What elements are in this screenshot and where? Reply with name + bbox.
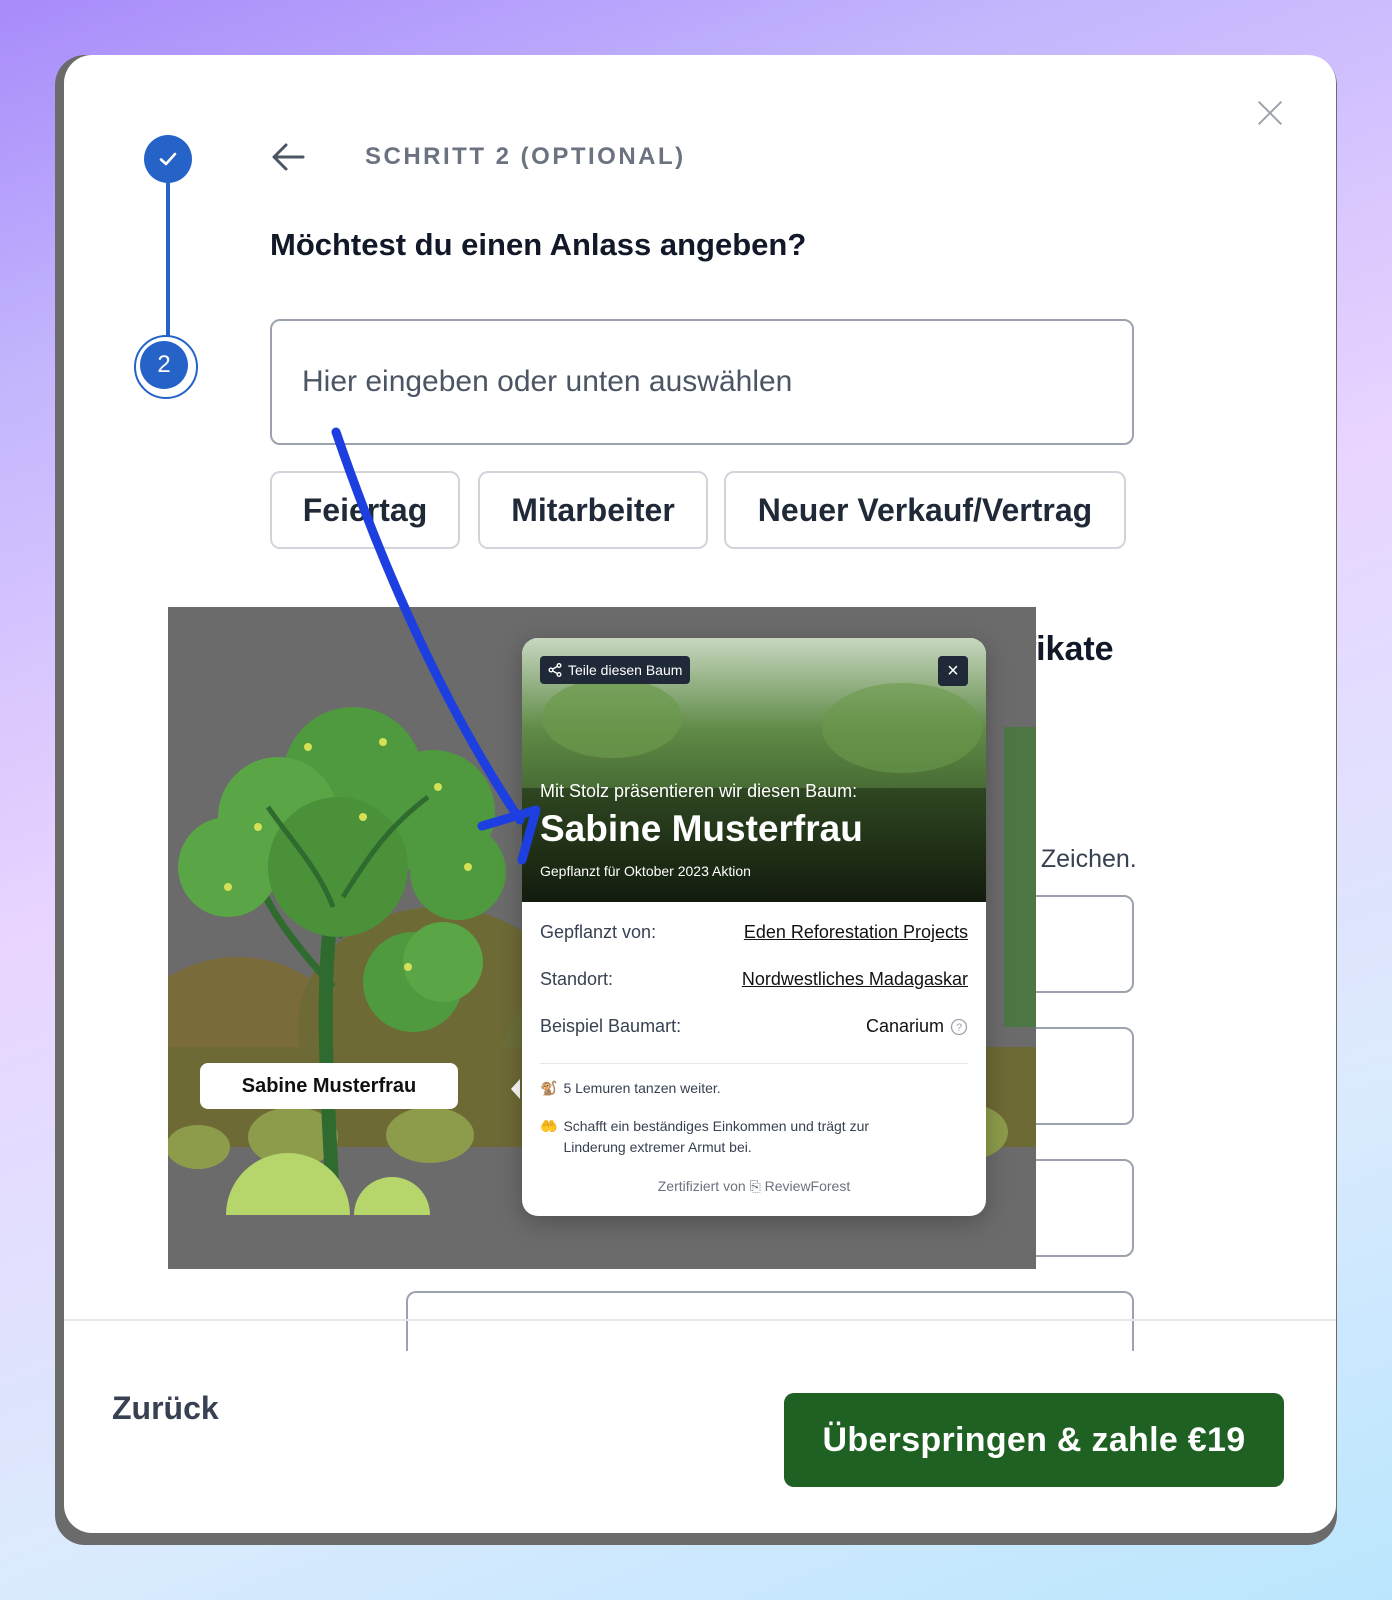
annotation-arrow [331, 427, 541, 865]
